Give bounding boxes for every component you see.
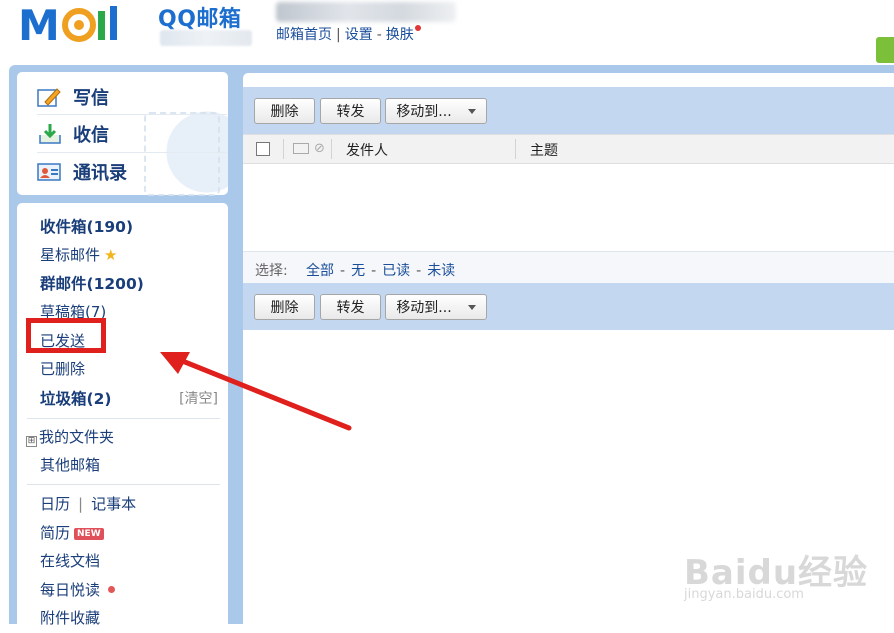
move-to-label: 移动到... xyxy=(396,104,452,120)
top-toolbar: 删除 转发 移动到... xyxy=(243,87,894,134)
unread-dot xyxy=(108,586,116,593)
contacts-button[interactable]: 通讯录 xyxy=(37,157,127,187)
settings-link[interactable]: 设置 xyxy=(345,27,373,43)
option-separator: - xyxy=(340,263,346,279)
moil-logo: M xyxy=(18,2,117,46)
notes-link[interactable]: 记事本 xyxy=(91,495,136,513)
pencil-note-icon xyxy=(37,86,63,108)
trash-clear-link[interactable]: [清空] xyxy=(179,388,218,408)
resume-label: 简历 xyxy=(40,524,71,542)
stamp-decoration xyxy=(144,112,220,196)
resume-link[interactable]: 简历 NEW xyxy=(40,522,104,543)
folder-trash[interactable]: 垃圾箱(2) xyxy=(40,387,111,409)
attachments-link[interactable]: 附件收藏 xyxy=(40,607,100,628)
blurred-user-address xyxy=(276,2,456,22)
bottom-toolbar: 删除 转发 移动到... xyxy=(243,283,894,330)
column-divider xyxy=(283,139,284,159)
compose-label: 写信 xyxy=(73,88,109,109)
subject-column-header[interactable]: 主题 xyxy=(530,140,558,160)
folder-other-mailbox[interactable]: 其他邮箱 xyxy=(40,454,100,475)
folder-deleted[interactable]: 已删除 xyxy=(40,358,85,379)
divider xyxy=(27,484,220,485)
new-badge: NEW xyxy=(74,528,104,540)
folder-group[interactable]: 群邮件(1200) xyxy=(40,272,144,294)
my-folders-label: 我的文件夹 xyxy=(39,428,115,446)
header-separator: - xyxy=(376,27,382,43)
paperclip-icon: ⊘ xyxy=(314,141,325,156)
select-none-link[interactable]: 无 xyxy=(351,263,365,279)
select-unread-link[interactable]: 未读 xyxy=(427,263,455,279)
skin-link[interactable]: 换肤 xyxy=(386,27,414,43)
daily-read-link[interactable]: 每日悦读 xyxy=(40,579,116,600)
watermark-sub: jingyan.baidu.com xyxy=(684,587,804,602)
delete-button[interactable]: 删除 xyxy=(254,294,315,320)
envelope-icon xyxy=(293,143,309,154)
mail-list-panel: 删除 转发 移动到... ⊘ 发件人 主题 选择: 全部 - 无 - 已读 - 未读 删除 … xyxy=(243,73,894,624)
folder-inbox[interactable]: 收件箱(190) xyxy=(40,215,133,237)
mailbox-home-link[interactable]: 邮箱首页 xyxy=(276,27,332,43)
product-name: QQ邮箱 xyxy=(158,7,242,32)
svg-text:M: M xyxy=(18,2,60,46)
highlight-box xyxy=(26,318,106,353)
tools-row: 日历 | 记事本 xyxy=(40,493,136,514)
tools-separator: | xyxy=(78,495,84,513)
dropdown-arrow-icon xyxy=(467,108,476,114)
blurred-domain xyxy=(160,30,252,46)
inbox-download-icon xyxy=(37,123,63,145)
receive-button[interactable]: 收信 xyxy=(37,119,109,149)
select-options: 全部 - 无 - 已读 - 未读 xyxy=(306,260,455,280)
divider xyxy=(27,418,220,419)
select-all-link[interactable]: 全部 xyxy=(306,263,334,279)
star-icon: ★ xyxy=(104,246,118,264)
receive-label: 收信 xyxy=(73,125,109,146)
folder-starred[interactable]: 星标邮件 ★ xyxy=(40,244,117,265)
folder-my-folders[interactable]: ⊞ 我的文件夹 xyxy=(26,426,114,447)
select-bar: 选择: 全部 - 无 - 已读 - 未读 xyxy=(243,251,894,284)
baidu-watermark: Baidu经验 jingyan.baidu.com xyxy=(684,545,868,602)
docs-link[interactable]: 在线文档 xyxy=(40,550,100,571)
divider xyxy=(37,114,227,115)
contact-card-icon xyxy=(37,161,63,183)
mail-table-header: ⊘ 发件人 主题 xyxy=(243,134,894,164)
contacts-label: 通讯录 xyxy=(73,163,127,184)
quick-actions-panel: 写信 收信 通讯录 xyxy=(17,72,228,196)
folder-list: 收件箱(190) 星标邮件 ★ 群邮件(1200) 草稿箱(7) 已发送 已删除 … xyxy=(17,203,228,633)
divider xyxy=(37,152,227,153)
move-to-dropdown[interactable]: 移动到... xyxy=(385,98,487,124)
column-divider xyxy=(331,139,332,159)
sender-column-header[interactable]: 发件人 xyxy=(346,140,388,160)
compose-button[interactable]: 写信 xyxy=(37,82,109,112)
delete-button[interactable]: 删除 xyxy=(254,98,315,124)
option-separator: - xyxy=(416,263,422,279)
header-separator: | xyxy=(336,27,341,43)
forward-button[interactable]: 转发 xyxy=(320,294,381,320)
select-read-link[interactable]: 已读 xyxy=(382,263,410,279)
dropdown-arrow-icon xyxy=(467,304,476,310)
daily-read-label: 每日悦读 xyxy=(40,581,101,599)
select-all-checkbox[interactable] xyxy=(256,142,270,156)
folder-starred-label: 星标邮件 xyxy=(40,246,101,264)
column-divider xyxy=(515,139,516,159)
select-label: 选择: xyxy=(255,263,288,279)
calendar-link[interactable]: 日历 xyxy=(40,495,70,513)
option-separator: - xyxy=(371,263,377,279)
move-to-label: 移动到... xyxy=(396,300,452,316)
header-links: 邮箱首页 | 设置 - 换肤 xyxy=(276,24,421,44)
forward-button[interactable]: 转发 xyxy=(320,98,381,124)
notification-dot xyxy=(414,25,421,31)
expand-toggle-icon[interactable]: ⊞ xyxy=(26,436,37,447)
side-tab[interactable] xyxy=(876,37,894,63)
move-to-dropdown[interactable]: 移动到... xyxy=(385,294,487,320)
